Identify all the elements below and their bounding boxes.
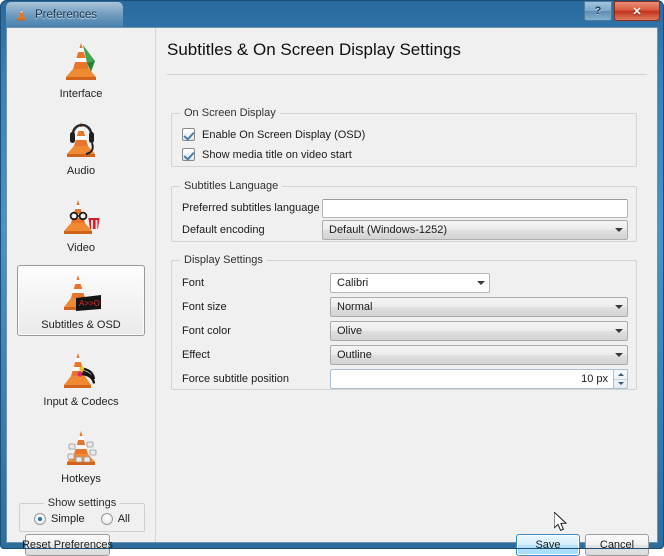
effect-combo[interactable]: Outline [330,345,628,365]
force-subtitle-position-value[interactable]: 10 px [330,369,613,389]
title-bar[interactable]: Preferences ? ✕ [0,0,664,30]
svg-text:A>>O: A>>O [79,299,100,308]
effect-label: Effect [182,349,210,361]
vlc-cone-video-icon [64,200,100,234]
default-encoding-combo[interactable]: Default (Windows-1252) [322,220,628,240]
spinner-down-button[interactable] [614,378,627,389]
default-encoding-row: Default encoding Default (Windows-1252) [182,220,628,240]
caption-buttons: ? ✕ [584,1,660,21]
font-value: Calibri [337,277,369,289]
sidebar-item-hotkeys[interactable]: Hotkeys [17,419,145,490]
default-encoding-label: Default encoding [182,224,265,236]
radio-all[interactable]: All [100,513,130,525]
sidebar-item-input-codecs[interactable]: Input & Codecs [17,342,145,413]
caret-down-icon [617,382,624,386]
chevron-down-icon [615,305,623,309]
preferred-language-row: Preferred subtitles language [182,198,628,218]
on-screen-display-legend: On Screen Display [180,107,280,119]
display-settings-legend: Display Settings [180,254,267,266]
spinner-up-button[interactable] [614,370,627,379]
window-title: Preferences [35,9,98,21]
title-divider [167,74,647,75]
spinner-buttons [613,369,628,389]
vlc-cone-subtitles-icon: A>>O [64,275,101,311]
sidebar-item-label: Interface [59,88,103,100]
sidebar-item-label: Input & Codecs [43,396,119,408]
help-button[interactable]: ? [584,1,612,21]
reset-preferences-button[interactable]: Reset Preferences [22,534,113,556]
radio-simple-label: Simple [51,513,85,525]
sidebar-item-label: Subtitles & OSD [41,319,121,331]
sidebar-item-label: Video [67,242,95,254]
font-row: Font Calibri [182,273,628,293]
radio-simple[interactable]: Simple [34,513,85,525]
caret-up-icon [617,372,624,376]
checkbox-show-media-title-label: Show media title on video start [202,148,352,161]
chevron-down-icon [615,329,623,333]
category-list: Interface Audio Video A>>O Subtitles & O… [7,34,155,496]
effect-row: Effect Outline [182,345,628,365]
checkbox-show-media-title-box[interactable] [182,148,195,161]
sidebar-item-label: Hotkeys [61,473,101,485]
font-size-row: Font size Normal [182,297,628,317]
checkbox-enable-osd-label: Enable On Screen Display (OSD) [202,128,366,141]
preferred-language-input[interactable] [322,198,628,218]
show-settings-legend: Show settings [43,497,121,509]
subtitles-language-legend: Subtitles Language [180,180,283,192]
chevron-down-icon [615,228,623,232]
effect-value: Outline [337,349,372,361]
vlc-cone-icon [17,8,26,21]
vlc-cone-input-icon [64,353,96,388]
save-button[interactable]: Save [516,534,580,556]
font-size-value: Normal [337,301,373,313]
vlc-cone-interface-icon [66,43,96,80]
checkbox-show-media-title[interactable]: Show media title on video start [182,148,352,161]
sidebar-item-interface[interactable]: Interface [17,34,145,105]
checkbox-enable-osd[interactable]: Enable On Screen Display (OSD) [182,128,365,141]
title-tab: Preferences [6,2,124,28]
show-settings-radios: Simple All [26,513,138,525]
preferences-window: Preferences ? ✕ Interface Audio Video A>… [0,0,664,556]
subtitles-language-group: Subtitles Language Preferred subtitles l… [171,180,637,242]
default-encoding-value: Default (Windows-1252) [329,224,447,236]
settings-category-sidebar: Interface Audio Video A>>O Subtitles & O… [7,28,156,542]
cancel-button[interactable]: Cancel [585,534,649,556]
font-combo[interactable]: Calibri [330,273,490,293]
radio-all-indicator[interactable] [100,513,113,525]
page-title: Subtitles & On Screen Display Settings [167,40,461,59]
display-settings-group: Display Settings Font Calibri Font size … [171,254,637,390]
force-subtitle-position-row: Force subtitle position 10 px [182,369,628,389]
sidebar-item-subtitles-osd[interactable]: A>>O Subtitles & OSD [17,265,145,336]
show-settings-group: Show settings Simple All [19,497,145,532]
radio-all-label: All [117,513,130,525]
on-screen-display-group: On Screen Display Enable On Screen Displ… [171,107,637,167]
close-button[interactable]: ✕ [614,1,660,21]
sidebar-item-audio[interactable]: Audio [17,111,145,182]
font-size-combo[interactable]: Normal [330,297,628,317]
font-color-value: Olive [337,325,363,337]
vlc-cone-hotkeys-icon [67,431,97,465]
checkbox-enable-osd-box[interactable] [182,128,195,141]
font-color-label: Font color [182,325,231,337]
font-color-combo[interactable]: Olive [330,321,628,341]
vlc-cone-audio-icon [67,122,95,157]
dialog-client-area: Interface Audio Video A>>O Subtitles & O… [6,27,658,556]
chevron-down-icon [615,353,623,357]
settings-main-panel: Subtitles & On Screen Display Settings O… [157,28,657,542]
force-subtitle-position-spinner[interactable]: 10 px [330,369,628,389]
chevron-down-icon [477,281,485,285]
sidebar-item-video[interactable]: Video [17,188,145,259]
font-size-label: Font size [182,301,227,313]
force-subtitle-position-label: Force subtitle position [182,373,289,385]
radio-simple-indicator[interactable] [34,513,47,525]
font-color-row: Font color Olive [182,321,628,341]
font-label: Font [182,277,205,289]
sidebar-item-label: Audio [66,165,96,177]
preferred-language-label: Preferred subtitles language [182,202,320,214]
